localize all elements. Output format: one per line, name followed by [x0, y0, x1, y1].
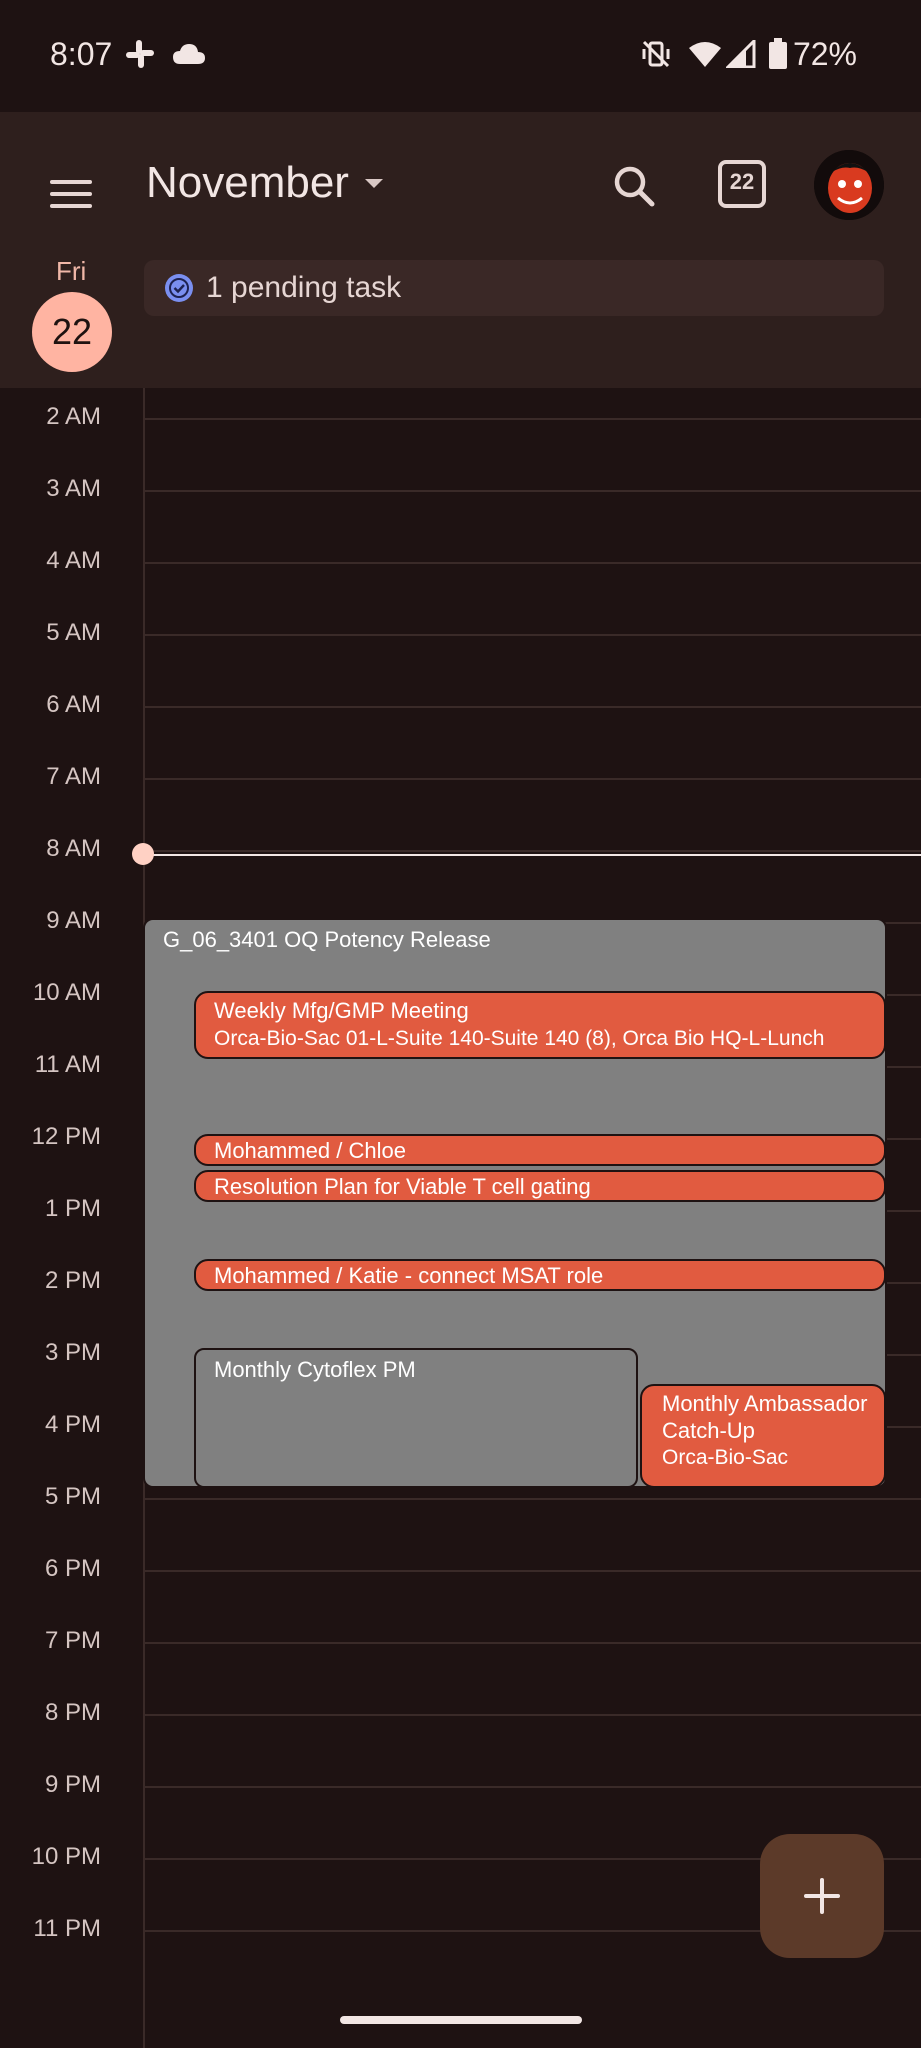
day-timeline[interactable]: 2 AM 3 AM 4 AM 5 AM 6 AM 7 AM 8 AM 9 AM …: [0, 388, 921, 2048]
hour-label: 8 AM: [46, 835, 101, 862]
hour-label: 4 PM: [44, 1411, 101, 1438]
signal-icon: [724, 37, 756, 73]
create-event-button[interactable]: [760, 1834, 884, 1958]
battery-percent: 72%: [792, 36, 857, 72]
event-mohammed-chloe[interactable]: Mohammed / Chloe: [194, 1134, 886, 1166]
hour-label: 9 PM: [44, 1771, 101, 1798]
hour-label: 8 PM: [44, 1699, 101, 1726]
slack-icon: [124, 38, 156, 75]
hour-label: 2 PM: [44, 1267, 101, 1294]
event-title: Mohammed / Chloe: [214, 1138, 406, 1163]
event-title: Monthly Cytoflex PM: [214, 1357, 416, 1382]
plus-icon: [804, 1878, 840, 1914]
event-resolution-plan[interactable]: Resolution Plan for Viable T cell gating: [194, 1170, 886, 1202]
hour-row: 9 PM: [0, 1771, 921, 1798]
task-check-icon: [165, 274, 193, 302]
pending-task-label: 1 pending task: [206, 271, 402, 304]
search-button[interactable]: [606, 158, 662, 214]
hour-line: [144, 418, 921, 420]
status-time: 8:07: [50, 36, 113, 72]
hour-label: 9 AM: [46, 907, 101, 934]
hour-line: [144, 562, 921, 564]
event-weekly-mfg-gmp-meeting[interactable]: Weekly Mfg/GMP Meeting Orca-Bio-Sac 01-L…: [194, 991, 886, 1059]
menu-icon: [50, 180, 92, 208]
cloud-icon: [172, 42, 206, 71]
month-title: November: [146, 158, 349, 207]
hour-label: 10 PM: [31, 1843, 101, 1870]
hour-label: 3 PM: [44, 1339, 101, 1366]
calendar-app: 8:07 72% November 22 Fri 22 1 pending ta…: [0, 0, 921, 2048]
hour-label: 2 AM: [46, 403, 101, 430]
hour-row: 3 AM: [0, 475, 921, 502]
hour-line: [144, 490, 921, 492]
hour-row: 6 PM: [0, 1555, 921, 1582]
hour-line: [144, 1786, 921, 1788]
event-title: G_06_3401 OQ Potency Release: [163, 927, 491, 952]
event-title: Monthly Ambassador Catch-Up: [662, 1391, 868, 1443]
hour-line: [144, 1498, 921, 1500]
hour-row: 7 PM: [0, 1627, 921, 1654]
hour-row: 5 AM: [0, 619, 921, 646]
event-title: Mohammed / Katie - connect MSAT role: [214, 1263, 604, 1288]
hour-row: 4 AM: [0, 547, 921, 574]
hour-row: 6 AM: [0, 691, 921, 718]
event-title: Weekly Mfg/GMP Meeting: [214, 998, 469, 1023]
hour-label: 5 AM: [46, 619, 101, 646]
hour-row: 7 AM: [0, 763, 921, 790]
hour-label: 10 AM: [32, 979, 101, 1006]
hour-line: [144, 1570, 921, 1572]
hour-line: [144, 1642, 921, 1644]
battery-icon: [768, 38, 788, 75]
current-time-dot: [132, 843, 154, 865]
hour-label: 7 PM: [44, 1627, 101, 1654]
hour-label: 11 PM: [33, 1915, 101, 1942]
vibrate-off-icon: [640, 38, 672, 75]
wifi-icon: [688, 40, 722, 73]
search-icon: [614, 166, 655, 207]
hour-row: 5 PM: [0, 1483, 921, 1510]
hour-label: 6 PM: [44, 1555, 101, 1582]
event-title: Resolution Plan for Viable T cell gating: [214, 1174, 591, 1199]
hour-label: 12 PM: [31, 1123, 101, 1150]
hour-line: [144, 778, 921, 780]
hour-label: 1 PM: [44, 1195, 101, 1222]
app-header: November 22 Fri 22 1 pending task: [0, 112, 921, 388]
avatar-image: [814, 150, 884, 220]
month-selector[interactable]: November: [146, 158, 383, 208]
hour-label: 11 AM: [34, 1051, 101, 1078]
hour-label: 7 AM: [46, 763, 101, 790]
account-avatar[interactable]: [814, 150, 884, 220]
home-indicator[interactable]: [340, 2016, 582, 2024]
event-location: Orca-Bio-Sac 01-L-Suite 140-Suite 140 (8…: [214, 1027, 825, 1050]
event-location: Orca-Bio-Sac: [662, 1446, 789, 1469]
caret-down-icon: [364, 178, 383, 188]
today-number: 22: [729, 169, 755, 194]
hour-line: [144, 634, 921, 636]
hour-line: [144, 706, 921, 708]
hour-label: 5 PM: [44, 1483, 101, 1510]
menu-button[interactable]: [42, 164, 102, 224]
today-button[interactable]: 22: [716, 156, 768, 210]
hour-label: 4 AM: [46, 547, 101, 574]
event-mohammed-katie[interactable]: Mohammed / Katie - connect MSAT role: [194, 1259, 886, 1291]
hour-label: 3 AM: [46, 475, 101, 502]
hour-row: 2 AM: [0, 403, 921, 430]
status-bar: 8:07 72%: [0, 0, 921, 112]
pending-task-chip[interactable]: 1 pending task: [144, 260, 884, 316]
hour-line: [144, 850, 921, 852]
hour-label: 6 AM: [46, 691, 101, 718]
current-time-line: [143, 854, 921, 856]
event-monthly-cytoflex-pm[interactable]: Monthly Cytoflex PM: [194, 1348, 638, 1488]
hour-line: [144, 1714, 921, 1716]
hour-row: 8 PM: [0, 1699, 921, 1726]
day-number[interactable]: 22: [32, 292, 112, 372]
day-of-week: Fri: [56, 256, 87, 286]
event-monthly-ambassador-catch-up[interactable]: Monthly Ambassador Catch-Up Orca-Bio-Sac: [640, 1384, 886, 1488]
